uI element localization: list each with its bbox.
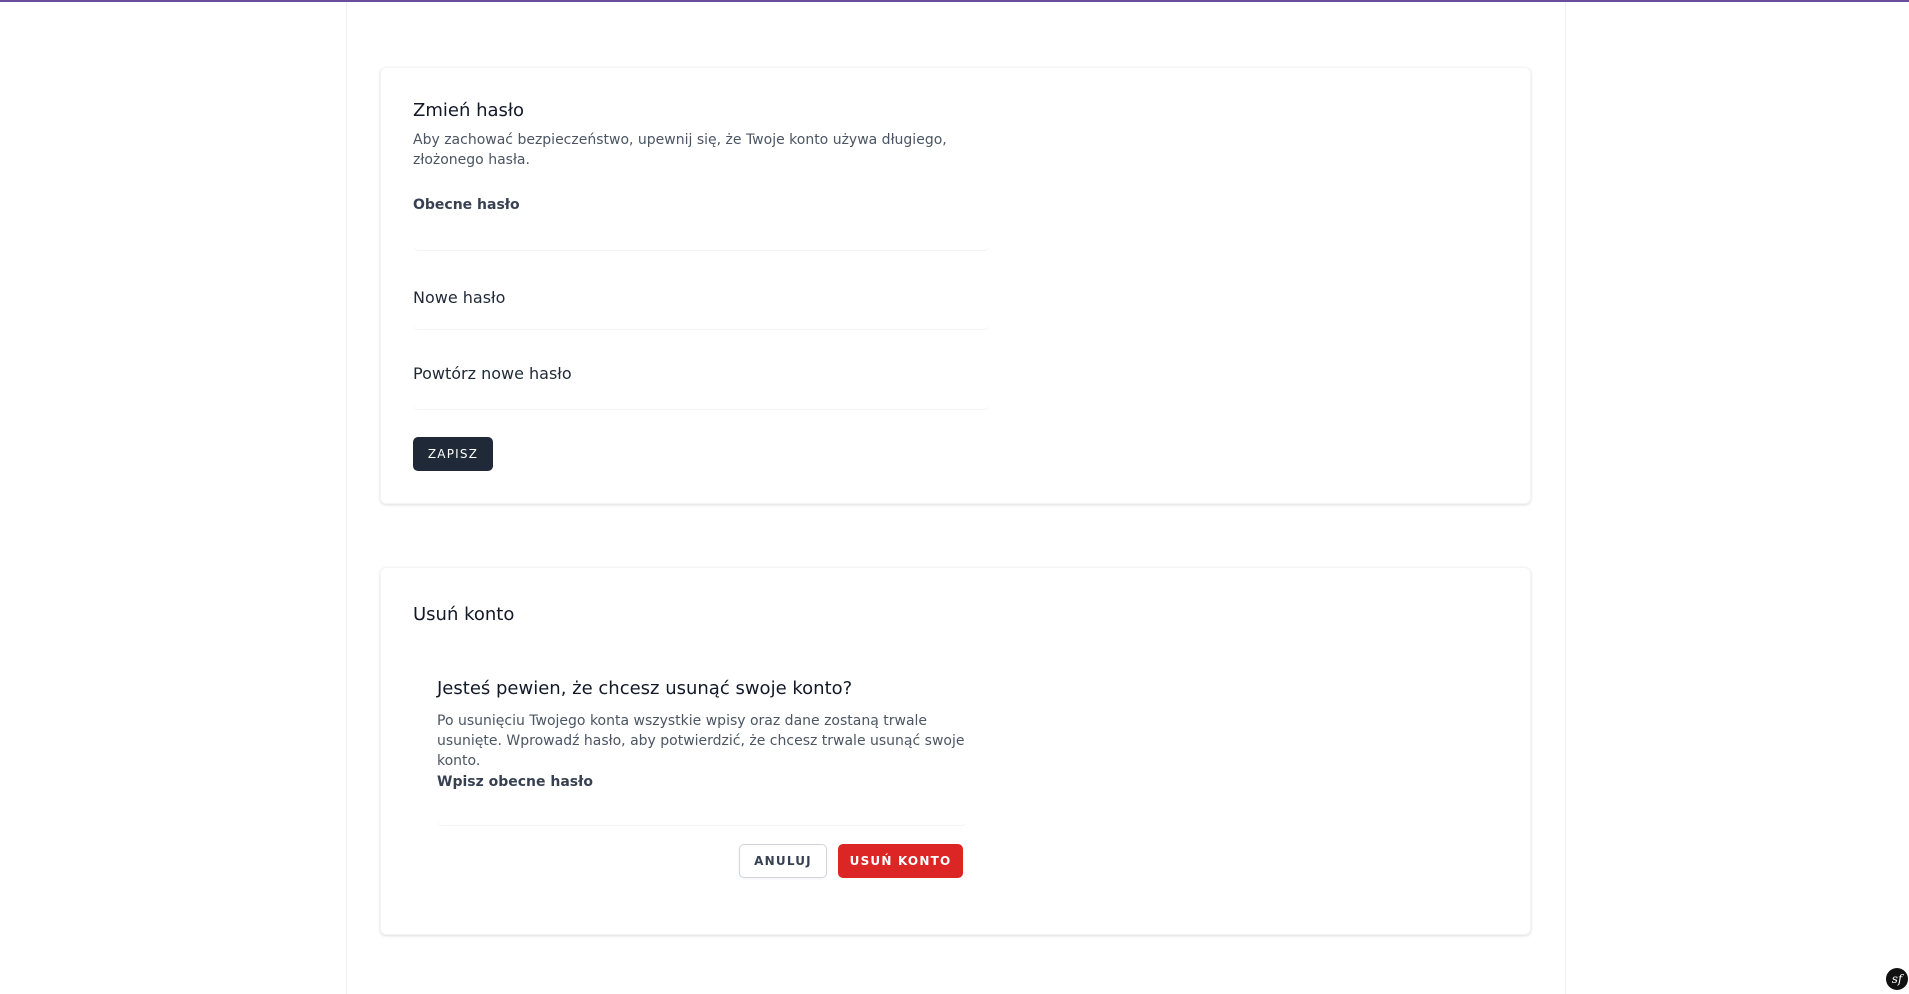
repeat-password-label: Powtórz nowe hasło xyxy=(413,364,572,383)
change-password-card: Zmień hasło Aby zachować bezpieczeństwo,… xyxy=(380,67,1531,504)
new-password-label: Nowe hasło xyxy=(413,288,506,307)
confirm-password-label: Wpisz obecne hasło xyxy=(437,774,593,790)
confirmation-description: Po usunięciu Twojego konta wszystkie wpi… xyxy=(437,713,965,769)
delete-account-confirmation: Jesteś pewien, że chcesz usunąć swoje ko… xyxy=(437,668,983,898)
repeat-password-input[interactable] xyxy=(413,388,990,410)
cancel-button[interactable]: ANULUJ xyxy=(739,844,827,878)
confirm-password-input[interactable] xyxy=(437,794,967,826)
change-password-description: Aby zachować bezpieczeństwo, upewnij się… xyxy=(413,132,947,168)
delete-account-button[interactable]: USUŃ KONTO xyxy=(838,844,963,878)
confirmation-title: Jesteś pewien, że chcesz usunąć swoje ko… xyxy=(437,678,853,699)
delete-account-title: Usuń konto xyxy=(413,604,515,625)
delete-account-card: Usuń konto Jesteś pewien, że chcesz usun… xyxy=(380,567,1531,935)
new-password-input[interactable] xyxy=(413,312,990,330)
save-button[interactable]: ZAPISZ xyxy=(413,437,493,471)
current-password-label: Obecne hasło xyxy=(413,197,520,213)
change-password-title: Zmień hasło xyxy=(413,100,525,121)
symfony-icon[interactable]: sf xyxy=(1886,968,1908,990)
current-password-input[interactable] xyxy=(413,217,990,251)
